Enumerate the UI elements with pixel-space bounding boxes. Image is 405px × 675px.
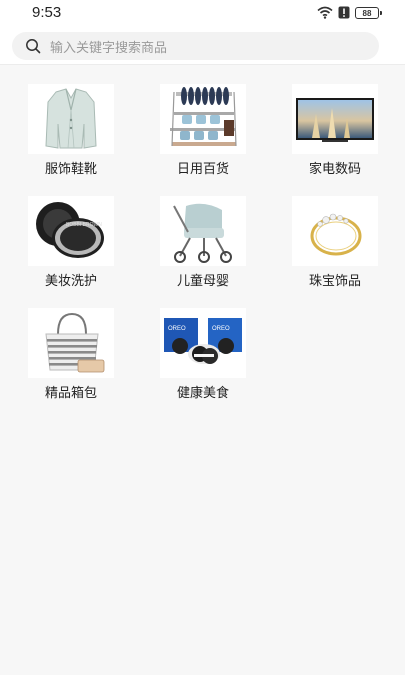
alert-icon	[338, 4, 350, 23]
category-label: 健康美食	[176, 386, 229, 401]
status-bar: 9:53 88	[0, 0, 405, 26]
ring-image	[292, 196, 378, 266]
svg-text:OREO: OREO	[168, 326, 186, 332]
television-image	[292, 84, 378, 154]
category-daily-goods[interactable]: 日用百货	[148, 76, 258, 180]
category-label: 珠宝饰品	[308, 274, 361, 289]
compact-powder-image: BOBBI BROWN	[28, 196, 114, 266]
search-placeholder: 输入关键字搜索商品	[50, 40, 168, 56]
category-food[interactable]: OREO OREO 健康美食	[148, 300, 258, 404]
blazer-image	[28, 84, 114, 154]
category-label: 精品箱包	[44, 386, 97, 401]
category-baby[interactable]: 儿童母婴	[148, 188, 258, 292]
category-jewelry[interactable]: 珠宝饰品	[280, 188, 390, 292]
dish-rack-image	[160, 84, 246, 154]
category-label: 服饰鞋靴	[44, 162, 97, 177]
status-time: 9:53	[32, 4, 62, 21]
status-icons: 88	[317, 4, 382, 23]
wifi-icon	[317, 4, 333, 23]
category-label: 儿童母婴	[176, 274, 229, 289]
stroller-image	[160, 196, 246, 266]
category-bags[interactable]: 精品箱包	[16, 300, 126, 404]
category-label: 日用百货	[176, 162, 229, 177]
header: 输入关键字搜索商品	[0, 26, 405, 65]
category-label: 家电数码	[308, 162, 361, 177]
category-beauty[interactable]: BOBBI BROWN 美妆洗护	[16, 188, 126, 292]
search-input[interactable]: 输入关键字搜索商品	[12, 32, 379, 60]
category-label: 美妆洗护	[44, 274, 97, 289]
battery-level: 88	[362, 8, 372, 18]
battery-icon: 88	[355, 7, 382, 19]
cookies-image: OREO OREO	[160, 308, 246, 378]
category-clothing[interactable]: 服饰鞋靴	[16, 76, 126, 180]
category-electronics[interactable]: 家电数码	[280, 76, 390, 180]
svg-text:OREO: OREO	[212, 326, 230, 332]
tote-bag-image	[28, 308, 114, 378]
search-icon	[24, 37, 42, 55]
svg-text:BOBBI BROWN: BOBBI BROWN	[66, 222, 102, 228]
